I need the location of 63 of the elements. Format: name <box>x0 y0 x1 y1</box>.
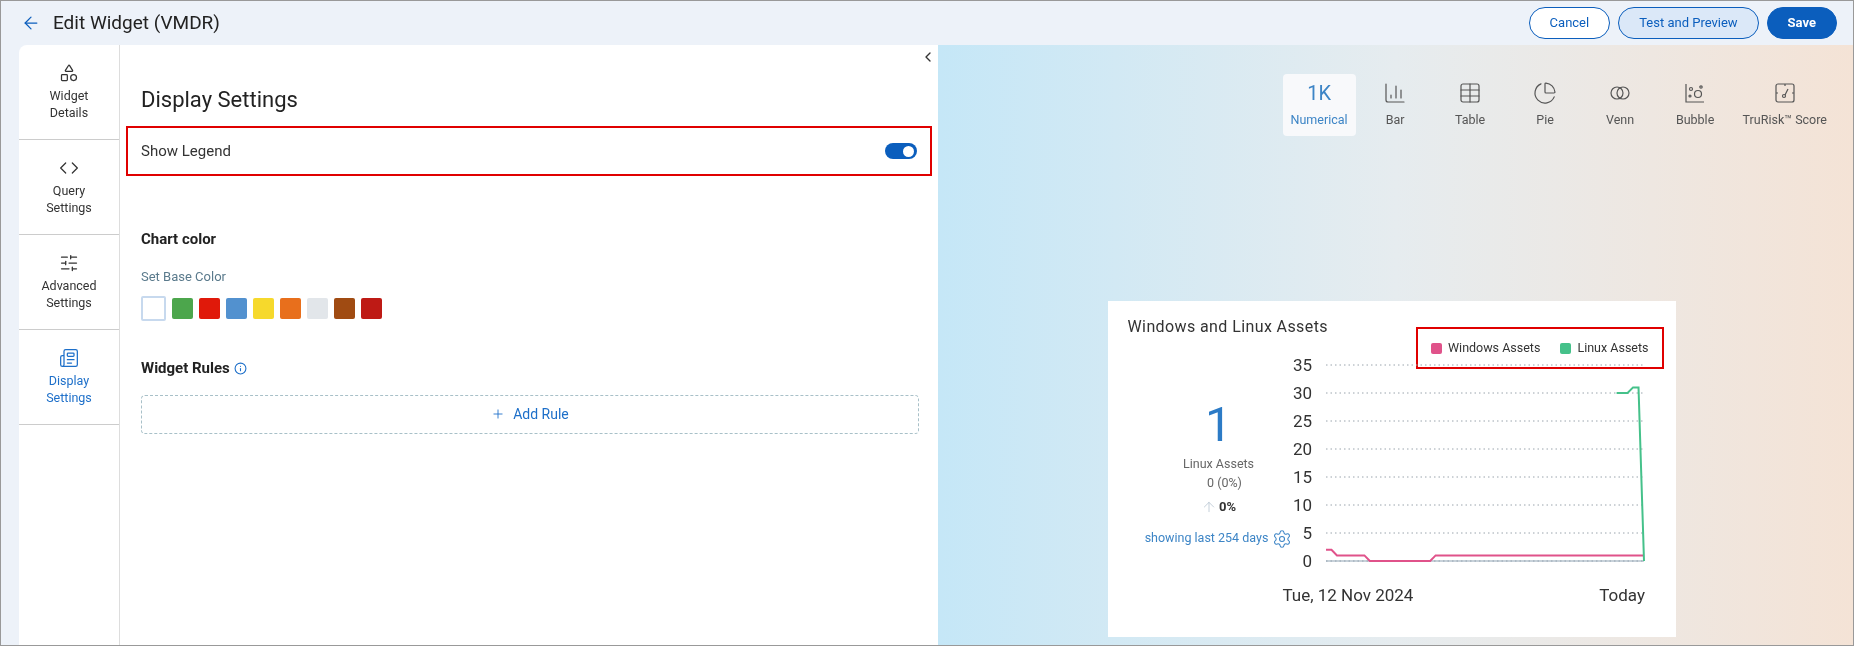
pie-chart-icon <box>1533 80 1558 105</box>
add-rule-button[interactable]: Add Rule <box>141 394 919 434</box>
y-axis-label: 30 <box>1292 383 1312 403</box>
chart-type-tab[interactable]: Bar <box>1359 74 1431 136</box>
sidebar-label: Query Settings <box>45 182 93 216</box>
widget-rules-heading: Widget Rules <box>141 358 230 379</box>
widget-title: Windows and Linux Assets <box>1127 316 1329 338</box>
info-icon[interactable] <box>233 361 247 375</box>
chart-type-tab[interactable]: TruRisk™ Score <box>1734 74 1835 136</box>
trend-value: 0% <box>1218 498 1237 516</box>
sidebar-item[interactable]: Advanced Settings <box>19 235 119 330</box>
legend-toggle[interactable] <box>885 143 917 159</box>
sliders-icon <box>59 253 79 273</box>
plus-icon <box>491 407 506 421</box>
metric-label: Linux Assets <box>1182 455 1255 473</box>
period-link[interactable]: showing last 254 days <box>1144 529 1269 548</box>
color-swatch[interactable] <box>253 298 274 319</box>
chart-type-tab[interactable]: Pie <box>1509 74 1581 136</box>
chart-type-tab[interactable]: Venn <box>1584 74 1656 136</box>
sidebar-item[interactable]: Display Settings <box>19 330 119 425</box>
section-title: Display Settings <box>141 86 299 114</box>
sidebar-item[interactable]: Widget Details <box>19 45 119 140</box>
y-axis-label: 35 <box>1292 355 1312 375</box>
color-swatch[interactable] <box>141 296 166 321</box>
shapes-icon <box>59 63 79 83</box>
color-swatch[interactable] <box>361 298 382 319</box>
color-swatch[interactable] <box>307 298 328 319</box>
cancel-button[interactable]: Cancel <box>1528 7 1611 39</box>
sidebar-label: Display Settings <box>45 372 93 406</box>
preview-button[interactable]: Test and Preview <box>1618 7 1759 39</box>
metric-value: 1 <box>1205 399 1232 451</box>
color-swatch[interactable] <box>226 298 247 319</box>
x-axis-label: Today <box>1598 585 1645 605</box>
show-legend-label: Show Legend <box>141 140 231 162</box>
page-title: Edit Widget (VMDR) <box>53 9 220 36</box>
legend-label: Linux Assets <box>1577 338 1649 357</box>
sidebar-label: Advanced Settings <box>40 277 98 311</box>
table-icon <box>1458 80 1483 105</box>
y-axis-label: 0 <box>1301 551 1312 571</box>
gauge-icon <box>1772 80 1797 105</box>
settings-icon[interactable] <box>1272 528 1293 549</box>
y-axis-label: 25 <box>1292 411 1312 431</box>
save-button[interactable]: Save <box>1766 7 1837 39</box>
legend-label: Windows Assets <box>1448 338 1541 357</box>
display-settings-icon <box>59 348 79 368</box>
base-color-label: Set Base Color <box>141 267 227 286</box>
chart-type-tab[interactable]: Table <box>1434 74 1506 136</box>
y-axis-label: 15 <box>1292 467 1312 487</box>
color-swatch[interactable] <box>334 298 355 319</box>
y-axis-label: 5 <box>1301 523 1312 543</box>
sidebar-label: Widget Details <box>48 87 90 121</box>
x-axis-label: Tue, 12 Nov 2024 <box>1281 585 1413 605</box>
y-axis-label: 20 <box>1292 439 1312 459</box>
chart-type-tab[interactable]: 1K Numerical <box>1282 74 1356 136</box>
numerical-glyph: 1K <box>1307 80 1331 105</box>
color-swatch[interactable] <box>199 298 220 319</box>
chart-color-heading: Chart color <box>141 229 218 250</box>
chart-type-tab[interactable]: Bubble <box>1659 74 1731 136</box>
color-swatch[interactable] <box>172 298 193 319</box>
sidebar-item[interactable]: Query Settings <box>19 140 119 235</box>
metric-change: 0 (0%) <box>1207 473 1242 492</box>
y-axis-label: 10 <box>1292 495 1312 515</box>
color-swatch[interactable] <box>280 298 301 319</box>
